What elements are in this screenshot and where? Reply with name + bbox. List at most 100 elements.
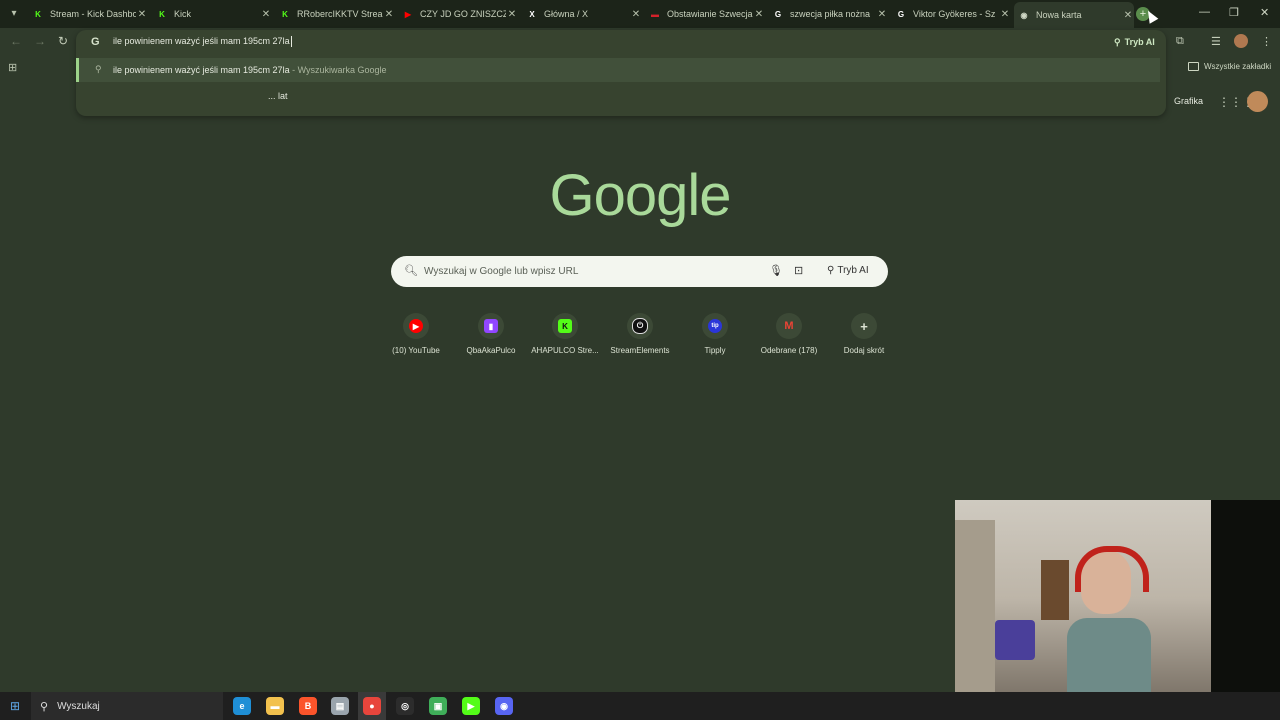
tab-title: Nowa karta [1036, 10, 1082, 20]
tab-strip: ▾ K Stream - Kick Dashbo ✕ K Kick ✕ K RRobercIK… [0, 0, 1280, 28]
tab-title: Stream - Kick Dashbo [50, 9, 136, 19]
windows-taskbar: ⊞ ⚲ Wyszukaj e ▬ B ▤ ● ◎ ▣ ▶ ◉ [0, 692, 1280, 720]
apps-grid-icon[interactable]: ⊞ [8, 61, 17, 74]
google-lens-icon[interactable]: ⊡ [794, 264, 803, 277]
chrome-icon: ◉ [1020, 10, 1028, 20]
shortcut-4[interactable]: ⏻ StreamElements [600, 313, 680, 355]
kick-icon: K [35, 9, 41, 19]
brave-icon[interactable]: B [299, 697, 317, 715]
restore-icon[interactable]: ❐ [1229, 6, 1239, 19]
youtube-icon: ▶ [404, 9, 412, 19]
tab-search-chevron-icon[interactable]: ▾ [6, 5, 22, 21]
google-logo: Google [549, 163, 731, 228]
shortcut-label: StreamElements [610, 346, 670, 355]
shortcut-tile: ▮ [478, 313, 504, 339]
shortcut-3[interactable]: K AHAPULCO Stre... [525, 313, 605, 355]
shortcut-1[interactable]: ▶ (10) YouTube [376, 313, 456, 355]
reading-list-icon[interactable]: ☰ [1211, 35, 1221, 48]
shortcut-label: (10) YouTube [392, 346, 440, 355]
extensions-icon[interactable]: ⧉ [1176, 35, 1184, 48]
close-tab-icon[interactable]: ✕ [136, 9, 148, 20]
suggestion-text: ile powinienem ważyć jeśli mam 195cm 27l… [113, 65, 387, 75]
shortcut-tile: M [776, 313, 802, 339]
images-link[interactable]: Grafika [1174, 96, 1203, 106]
youtube-icon: ▶ [409, 319, 423, 333]
shortcut-7[interactable]: + Dodaj skrót [824, 313, 904, 355]
tab-title: Kick [174, 9, 192, 19]
all-bookmarks-button[interactable]: Wszystkie zakładki [1188, 62, 1271, 71]
close-tab-icon[interactable]: ✕ [753, 9, 765, 20]
tab-3[interactable]: K RRobercIKKTV Stream ✕ [275, 4, 395, 24]
app-icon[interactable]: ▤ [331, 697, 349, 715]
taskbar-search[interactable]: ⚲ Wyszukaj [31, 692, 223, 720]
google-search-box[interactable]: 🔍︎ Wyszukaj w Google lub wpisz URL 🎙︎ ⊡ … [391, 256, 888, 287]
shortcut-tile: + [851, 313, 877, 339]
tab-1[interactable]: K Stream - Kick Dashbo ✕ [28, 4, 148, 24]
tab-5[interactable]: X Główna / X ✕ [522, 4, 642, 24]
shortcut-label: Tipply [704, 346, 726, 355]
tab-6[interactable]: ▬ Obstawianie Szwecja ✕ [645, 4, 765, 24]
shortcut-2[interactable]: ▮ QbaAkaPulco [451, 313, 531, 355]
tab-title: RRobercIKKTV Stream [297, 9, 383, 19]
account-avatar[interactable] [1247, 91, 1268, 112]
tab-7[interactable]: Gszwecja piłka nożna ✕ [768, 4, 888, 24]
edge-icon[interactable]: e [233, 697, 251, 715]
streamelements-icon: ⏻ [632, 318, 648, 334]
close-window-icon[interactable]: ✕ [1260, 6, 1269, 19]
windows-start-icon[interactable]: ⊞ [10, 699, 20, 713]
chrome-icon[interactable]: ● [363, 697, 381, 715]
tab-4[interactable]: ▶ CZY JD GO ZNISZCZY ✕ [398, 4, 518, 24]
shortcut-6[interactable]: M Odebrane (178) [749, 313, 829, 355]
reload-icon[interactable]: ↻ [58, 34, 68, 48]
close-tab-icon[interactable]: ✕ [630, 9, 642, 20]
back-icon[interactable]: ← [10, 34, 22, 48]
close-tab-icon[interactable]: ✕ [383, 9, 395, 20]
tab-title: Obstawianie Szwecja [667, 9, 753, 19]
close-tab-icon[interactable]: ✕ [1122, 10, 1134, 21]
folder-icon [1188, 62, 1199, 71]
doorway [1041, 560, 1069, 620]
tab-9[interactable]: ◉ Nowa karta ✕ [1014, 2, 1134, 28]
shortcut-tile: ▶ [403, 313, 429, 339]
forward-icon[interactable]: → [34, 34, 46, 48]
shortcut-label: Odebrane (178) [760, 346, 818, 355]
kick-icon: K [159, 9, 165, 19]
tab-2[interactable]: K Kick ✕ [152, 4, 272, 24]
mouse-cursor [1143, 8, 1159, 24]
close-tab-icon[interactable]: ✕ [260, 9, 272, 20]
tab-title: CZY JD GO ZNISZCZY [420, 9, 506, 19]
address-bar-input[interactable]: ile powinienem ważyć jeśli mam 195cm 27l… [113, 36, 292, 48]
play-icon[interactable]: ▶ [462, 697, 480, 715]
shortcut-tile: tip [702, 313, 728, 339]
x-icon: X [529, 9, 535, 19]
purple-chair [995, 620, 1035, 660]
close-tab-icon[interactable]: ✕ [999, 9, 1011, 20]
tab-title: Viktor Gyökeres - Sz [913, 9, 996, 19]
search-icon: ⚲ [95, 64, 102, 74]
shortcut-5[interactable]: tip Tipply [675, 313, 755, 355]
streaming-app-icon[interactable]: ▣ [429, 697, 447, 715]
menu-kebab-icon[interactable]: ⋮ [1261, 35, 1272, 48]
tab-title: Główna / X [544, 9, 589, 19]
minimize-icon[interactable]: — [1199, 6, 1210, 18]
discord-icon[interactable]: ◉ [495, 697, 513, 715]
microphone-icon[interactable]: 🎙︎ [769, 264, 783, 277]
obs-icon[interactable]: ◎ [396, 697, 414, 715]
file-explorer-icon[interactable]: ▬ [266, 697, 284, 715]
ai-mode-search-button[interactable]: ⚲ Tryb AI [827, 265, 869, 276]
google-icon: G [897, 9, 905, 19]
ai-mode-button[interactable]: ⚲ Tryb AI [1110, 35, 1159, 49]
kick-icon: K [558, 319, 572, 333]
tab-8[interactable]: G Viktor Gyökeres - Sz ✕ [891, 4, 1011, 24]
suggestion-row[interactable]: ⚲ ile powinienem ważyć jeśli mam 195cm 2… [76, 58, 1160, 82]
betting-icon: ▬ [651, 9, 659, 19]
suggestion-row-2[interactable]: ... lat [268, 91, 288, 101]
search-icon: ⚲ [40, 700, 49, 713]
close-tab-icon[interactable]: ✕ [876, 9, 888, 20]
shortcut-label: Dodaj skrót [843, 346, 885, 355]
profile-avatar[interactable] [1234, 34, 1248, 48]
add-icon: + [857, 319, 871, 334]
close-tab-icon[interactable]: ✕ [506, 9, 518, 20]
search-placeholder[interactable]: Wyszukaj w Google lub wpisz URL [424, 266, 578, 277]
google-icon: G [774, 9, 782, 19]
